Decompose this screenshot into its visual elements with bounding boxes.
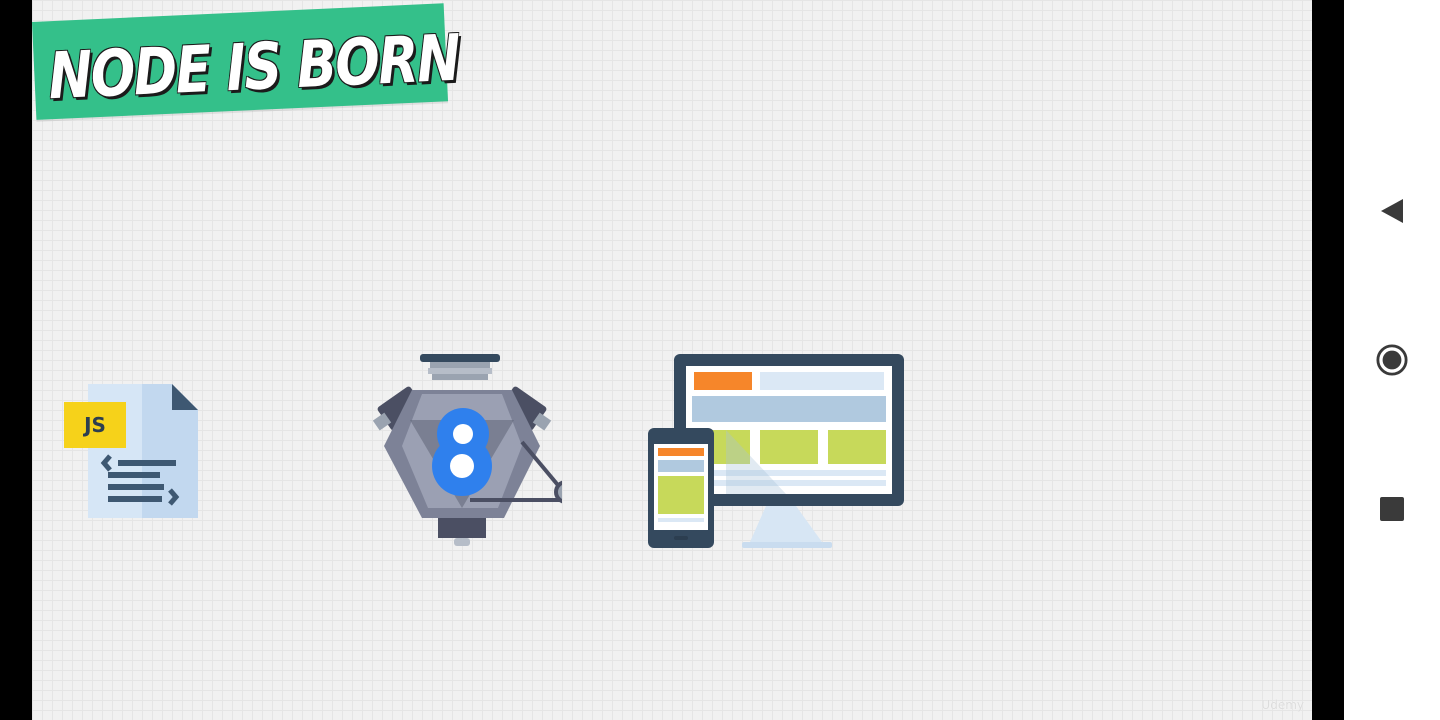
back-button[interactable] <box>1376 195 1408 227</box>
recent-square-icon <box>1380 497 1404 521</box>
title-banner: NODE IS BORN <box>32 3 461 120</box>
slide-canvas: NODE IS BORN JS 8 Udemy <box>32 0 1312 720</box>
responsive-devices-icon <box>646 350 908 552</box>
letterbox-left <box>0 0 32 720</box>
slide-title: NODE IS BORN <box>46 21 461 115</box>
v8-engine-icon: 8 <box>362 350 578 550</box>
letterbox-right <box>1312 0 1344 720</box>
android-navigation-bar <box>1344 0 1440 720</box>
v8-digit: 8 <box>362 350 363 351</box>
recent-apps-button[interactable] <box>1376 493 1408 525</box>
home-circle-icon <box>1376 344 1408 376</box>
js-badge-label: JS <box>82 413 106 437</box>
javascript-file-icon: JS <box>62 380 202 522</box>
udemy-watermark: Udemy <box>1261 698 1304 712</box>
home-button[interactable] <box>1376 344 1408 376</box>
back-triangle-icon <box>1381 199 1403 223</box>
